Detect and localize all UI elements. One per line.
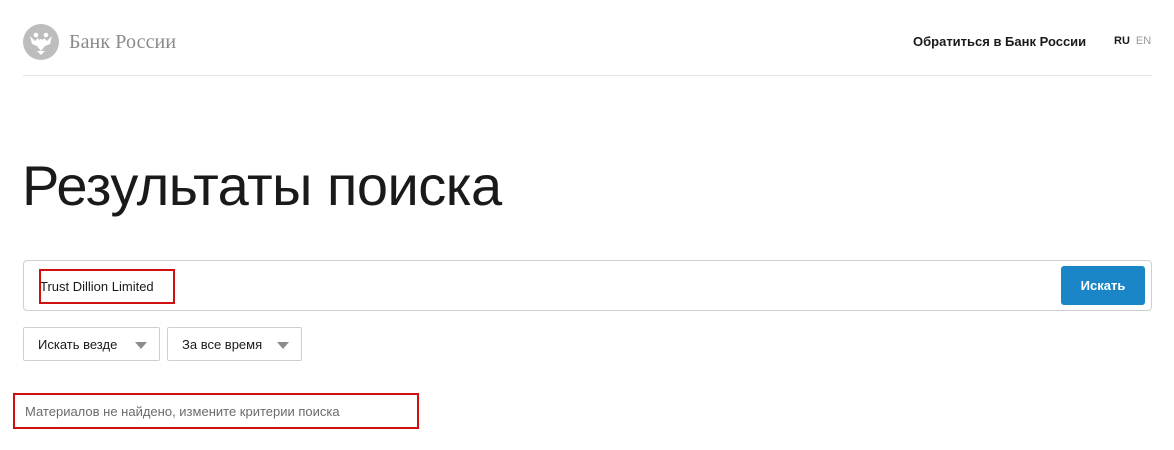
- language-switcher: RU EN: [1114, 35, 1151, 47]
- site-header: Банк России Обратиться в Банк России RU …: [23, 0, 1152, 76]
- lang-en-option[interactable]: EN: [1136, 35, 1151, 47]
- lang-ru-option[interactable]: RU: [1114, 35, 1130, 47]
- search-scope-label: Искать везде: [38, 336, 118, 352]
- page-title: Результаты поиска: [22, 154, 502, 217]
- search-bar: Искать: [23, 260, 1152, 311]
- search-input[interactable]: [40, 272, 1040, 300]
- chevron-down-icon: [277, 342, 289, 349]
- no-results-text: Материалов не найдено, измените критерии…: [25, 403, 340, 419]
- contact-bank-link[interactable]: Обратиться в Банк России: [913, 34, 1086, 49]
- search-button[interactable]: Искать: [1061, 266, 1145, 305]
- logo-text: Банк России: [69, 30, 177, 53]
- time-range-dropdown[interactable]: За все время: [167, 327, 302, 361]
- page: Банк России Обратиться в Банк России RU …: [0, 0, 1174, 450]
- bank-emblem-icon: [23, 24, 59, 60]
- time-range-label: За все время: [182, 336, 263, 352]
- no-results-message: Материалов не найдено, измените критерии…: [13, 393, 419, 429]
- search-scope-dropdown[interactable]: Искать везде: [23, 327, 160, 361]
- logo-link[interactable]: Банк России: [23, 24, 176, 60]
- chevron-down-icon: [135, 342, 147, 349]
